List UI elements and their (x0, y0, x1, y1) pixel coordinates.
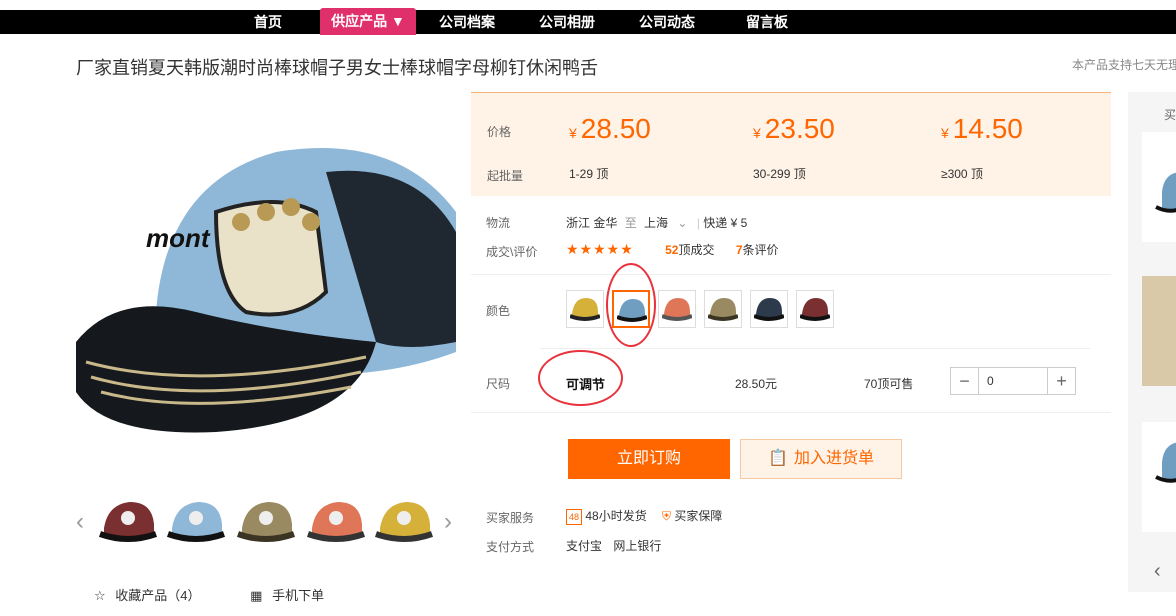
divider (540, 348, 1090, 349)
deals-label: 成交\评价 (486, 245, 538, 259)
recommendation-sidebar: 买 ‹ (1128, 92, 1176, 592)
add-to-cart-button[interactable]: 📋 加入进货单 (740, 439, 902, 479)
thumbnail-2[interactable] (166, 494, 226, 552)
service-label: 买家服务 (486, 511, 535, 525)
payment-row: 支付宝 网上银行 (566, 537, 661, 554)
clipboard-icon: 📋 (768, 450, 788, 467)
nav-home[interactable]: 首页 (240, 10, 296, 34)
top-nav: 首页 供应产品 ▼ 公司档案 公司相册 公司动态 留言板 (0, 8, 1176, 35)
nav-company-news[interactable]: 公司动态 (628, 10, 706, 34)
currency-symbol: ¥ (941, 125, 949, 141)
sidebar-header: 买 (1164, 108, 1176, 122)
service-guarantee[interactable]: 买家保障 (674, 509, 722, 523)
nav-company-profile[interactable]: 公司档案 (428, 10, 506, 34)
price-value: 14.50 (952, 113, 1023, 144)
color-swatch-orange[interactable] (658, 290, 696, 328)
range-tier-3: ≥300 顶 (941, 167, 983, 181)
product-title: 厂家直销夏天韩版潮时尚棒球帽子男女士棒球帽字母柳钉休闲鸭舌 (76, 58, 598, 78)
color-swatch-yellow[interactable] (566, 290, 604, 328)
chevron-down-icon[interactable]: ⌄ (677, 216, 687, 230)
payment-bank: 网上银行 (613, 539, 662, 553)
nav-company-album[interactable]: 公司相册 (528, 10, 606, 34)
thumbnail-1[interactable] (98, 494, 158, 552)
quantity-increment-button[interactable]: + (1048, 368, 1075, 394)
chevron-left-icon[interactable]: ‹ (1154, 560, 1161, 583)
ship-from: 浙江 金华 (566, 216, 618, 230)
sales-count[interactable]: 52 (665, 243, 678, 257)
color-swatch-red[interactable] (796, 290, 834, 328)
ship-to-select[interactable]: 上海 (644, 216, 668, 230)
stock-available: 70顶可售 (864, 377, 914, 391)
deals-row: ★★★★★ 52顶成交 7条评价 (566, 241, 779, 258)
price-tier-1: ¥28.50 (569, 113, 651, 145)
thumbnail-5[interactable] (374, 494, 434, 552)
thumbnail-3[interactable] (236, 494, 296, 552)
price-label: 价格 (487, 125, 512, 139)
size-label: 尺码 (486, 377, 511, 391)
payment-label: 支付方式 (486, 540, 535, 554)
qrcode-icon[interactable]: ▦ (250, 588, 262, 603)
price-panel: 价格 起批量 ¥28.50 ¥23.50 ¥14.50 1-29 顶 30-29… (471, 92, 1111, 196)
range-tier-2: 30-299 顶 (753, 167, 806, 181)
thumbnail-4[interactable] (306, 494, 366, 552)
currency-symbol: ¥ (569, 125, 577, 141)
shipping-48h-icon: 48 (566, 509, 582, 525)
divider: | (696, 216, 700, 230)
currency-symbol: ¥ (753, 125, 761, 141)
review-count[interactable]: 7 (736, 243, 743, 257)
return-policy-notice: 本产品支持七天无理 (1072, 58, 1176, 72)
main-product-image: mont (76, 92, 456, 472)
star-outline-icon[interactable]: ☆ (94, 588, 106, 603)
add-to-cart-label: 加入进货单 (793, 450, 874, 467)
quantity-stepper: − 0 + (950, 367, 1076, 395)
logistics-row: 浙江 金华 至 上海 ⌄ | 快递 ¥ 5 (566, 214, 747, 231)
price-tier-2: ¥23.50 (753, 113, 835, 145)
svg-text:mont: mont (146, 223, 211, 253)
color-swatch-navy[interactable] (750, 290, 788, 328)
to-word: 至 (624, 216, 637, 230)
payment-alipay: 支付宝 (566, 539, 603, 553)
mobile-order-link[interactable]: 手机下单 (272, 588, 324, 603)
moq-label: 起批量 (487, 169, 524, 183)
favorite-link[interactable]: 收藏产品（4） (115, 588, 200, 603)
recommend-item[interactable] (1142, 132, 1176, 242)
review-text: 条评价 (742, 243, 779, 257)
quantity-decrement-button[interactable]: − (951, 368, 978, 394)
service-48h[interactable]: 48小时发货 (585, 509, 646, 523)
price-value: 28.50 (580, 113, 651, 144)
range-tier-1: 1-29 顶 (569, 167, 609, 181)
recommend-item[interactable] (1142, 422, 1176, 532)
nav-products[interactable]: 供应产品 ▼ (320, 8, 416, 35)
buy-now-button[interactable]: 立即订购 (568, 439, 730, 479)
sales-text: 顶成交 (678, 243, 715, 257)
divider (471, 274, 1111, 275)
recommend-item[interactable] (1142, 276, 1176, 386)
size-price: 28.50元 (735, 377, 778, 391)
chevron-left-icon[interactable]: ‹ (76, 508, 84, 536)
quantity-input[interactable]: 0 (978, 368, 1048, 394)
color-label: 颜色 (486, 304, 511, 318)
annotation-circle (606, 263, 656, 347)
product-actions: ☆ 收藏产品（4） ▦ 手机下单 (94, 585, 330, 604)
thumbnail-strip: ‹ › (76, 494, 466, 556)
service-row: 48 48小时发货 ⛨ 买家保障 (566, 507, 722, 525)
logistics-label: 物流 (486, 216, 511, 230)
price-tier-3: ¥14.50 (941, 113, 1023, 145)
price-value: 23.50 (764, 113, 835, 144)
shield-icon: ⛨ (662, 509, 672, 523)
divider (471, 412, 1111, 413)
express-fee: 快递 ¥ 5 (703, 216, 748, 230)
chevron-right-icon[interactable]: › (444, 508, 452, 536)
rating-stars: ★★★★★ (566, 241, 634, 257)
color-swatch-khaki[interactable] (704, 290, 742, 328)
annotation-circle (538, 350, 623, 406)
nav-guestbook[interactable]: 留言板 (734, 10, 800, 34)
